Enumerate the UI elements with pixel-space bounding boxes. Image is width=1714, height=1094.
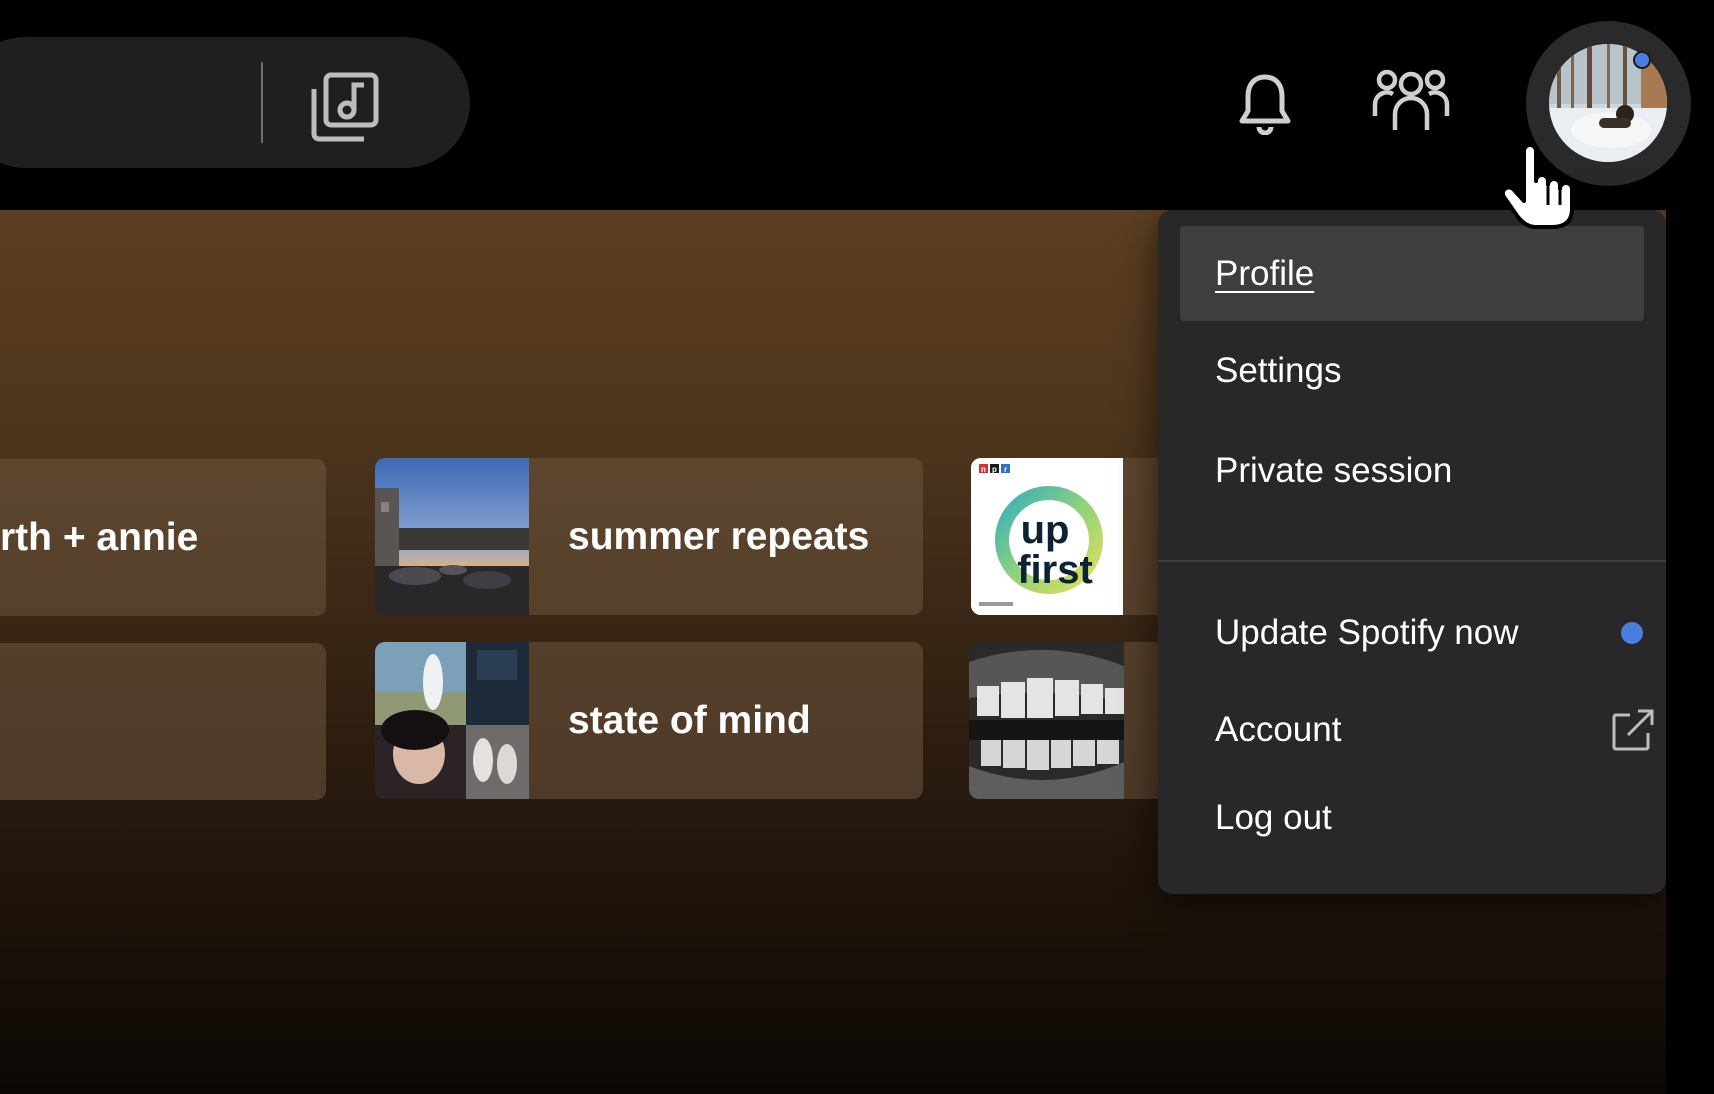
profile-menu: Profile Settings Private session Update …: [1158, 210, 1666, 894]
menu-item-label: Settings: [1215, 350, 1342, 390]
shortcut-title: state of mind: [568, 698, 811, 742]
menu-item-label: Account: [1215, 709, 1342, 749]
menu-item-update-spotify[interactable]: Update Spotify now: [1180, 585, 1644, 680]
search-divider: [261, 62, 263, 143]
library-music-icon: [311, 72, 379, 142]
friends-activity-icon: [1372, 69, 1450, 130]
state-of-mind-thumbnail: [375, 642, 529, 799]
svg-text:first: first: [1017, 548, 1093, 592]
user-avatar-button[interactable]: [1526, 21, 1691, 186]
shortcut-card[interactable]: n p r up first: [971, 458, 1158, 615]
menu-divider: [1158, 560, 1666, 562]
menu-item-log-out[interactable]: Log out: [1180, 770, 1644, 865]
search-bar[interactable]: [0, 37, 470, 168]
avatar-notification-dot: [1633, 51, 1651, 69]
npr-badge-n: n: [981, 465, 986, 474]
menu-item-private-session[interactable]: Private session: [1180, 423, 1644, 518]
menu-item-account[interactable]: Account: [1180, 682, 1654, 777]
notifications-button[interactable]: [1232, 64, 1298, 142]
svg-text:up: up: [1021, 508, 1070, 552]
menu-item-label: Private session: [1215, 450, 1453, 490]
summer-repeats-thumbnail: [375, 458, 529, 615]
right-edge: [1666, 210, 1714, 1094]
menu-item-label: Log out: [1215, 797, 1332, 837]
up-first-podcast-cover: n p r up first: [971, 458, 1123, 615]
menu-item-label: Update Spotify now: [1215, 612, 1519, 652]
browse-library-button[interactable]: [305, 67, 385, 147]
friend-activity-button[interactable]: [1368, 64, 1454, 138]
shortcut-title: rth + annie: [0, 515, 199, 559]
menu-item-label: Profile: [1215, 253, 1315, 293]
shortcut-card[interactable]: summer repeats: [375, 458, 923, 615]
shortcut-title: summer repeats: [568, 514, 870, 558]
update-indicator-dot: [1621, 621, 1643, 644]
bell-icon: [1239, 74, 1291, 135]
shortcut-card[interactable]: state of mind: [375, 642, 923, 799]
shortcut-card[interactable]: [969, 642, 1158, 799]
menu-item-profile[interactable]: Profile: [1180, 226, 1644, 321]
spotify-home-page: rth + annie summer repeats n p r up firs…: [0, 0, 1714, 1094]
npr-badge-p: p: [992, 465, 997, 474]
menu-item-settings[interactable]: Settings: [1180, 323, 1644, 418]
shortcut-card[interactable]: rth + annie: [0, 459, 326, 616]
teeth-photo-thumbnail: [969, 642, 1124, 799]
external-link-icon: [1612, 709, 1654, 750]
shortcut-card[interactable]: [0, 643, 326, 800]
npr-badge-r: r: [1004, 465, 1007, 474]
